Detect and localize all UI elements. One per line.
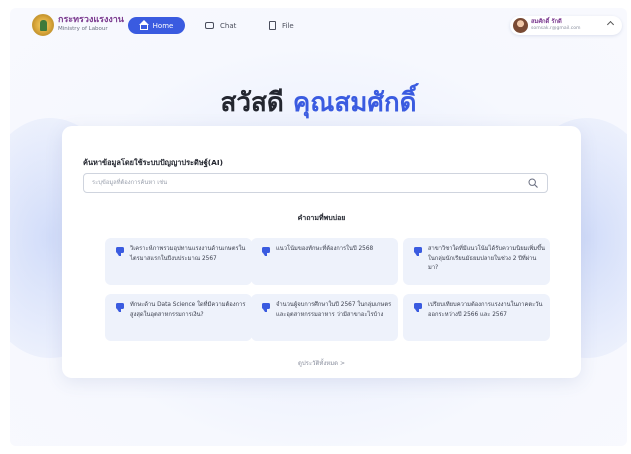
top-bar: กระทรวงแรงงาน Ministry of Labour Home Ch… [10,8,627,42]
faq-item-text: ทักษะด้าน Data Science ใดที่มีความต้องกา… [130,302,246,318]
faq-item[interactable]: สาขาวิชาใดที่มีแนวโน้มได้รับความนิยมเพิ่… [403,238,550,285]
search-card: ค้นหาข้อมูลโดยใช้ระบบปัญญาประดิษฐ์(AI) ค… [62,126,581,378]
faq-item-text: วิเคราะห์ภาพรวมอุปทานแรงงานด้านเกษตรในไต… [130,246,246,262]
faq-item[interactable]: จำนวนผู้จบการศึกษาในปี 2567 ในกลุ่มเกษตร… [251,294,398,341]
chat-bubble-icon [414,303,422,312]
chat-icon [205,22,214,29]
search-box[interactable] [83,173,548,193]
user-name: สมศักดิ์ รักดี [531,19,562,25]
faq-item[interactable]: วิเคราะห์ภาพรวมอุปทานแรงงานด้านเกษตรในไต… [105,238,252,285]
faq-item[interactable]: แนวโน้มของทักษะที่ต้องการในปี 2568 [251,238,398,285]
faq-item[interactable]: ทักษะด้าน Data Science ใดที่มีความต้องกา… [105,294,252,341]
chat-bubble-icon [262,247,270,256]
nav-home-button[interactable]: Home [128,17,185,34]
user-email: somsak.r@gmail.com [531,26,581,31]
view-all-history-link[interactable]: ดูประวัติทั้งหมด > [62,358,581,368]
search-input[interactable] [92,174,522,192]
faq-item[interactable]: เปรียบเทียบความต้องการแรงงานในภาคตะวันออ… [403,294,550,341]
app-frame: กระทรวงแรงงาน Ministry of Labour Home Ch… [10,8,627,446]
nav-chat-label: Chat [220,21,237,30]
greeting-prefix: สวัสดี [220,88,284,118]
avatar [513,18,528,33]
chat-bubble-icon [262,303,270,312]
greeting-title: สวัสดี คุณสมศักดิ์ [10,82,627,123]
chat-bubble-icon [116,303,124,312]
home-icon [138,20,149,30]
user-menu[interactable]: สมศักดิ์ รักดี somsak.r@gmail.com [510,16,622,35]
faq-item-text: สาขาวิชาใดที่มีแนวโน้มได้รับความนิยมเพิ่… [428,246,545,271]
search-title: ค้นหาข้อมูลโดยใช้ระบบปัญญาประดิษฐ์(AI) [83,158,223,167]
faq-item-text: เปรียบเทียบความต้องการแรงงานในภาคตะวันออ… [428,302,543,318]
chevron-up-icon[interactable] [606,20,615,29]
org-name: กระทรวงแรงงาน Ministry of Labour [58,15,124,33]
nav-file-label: File [282,21,294,30]
faq-title: คำถามที่พบบ่อย [297,214,346,222]
nav-file-button[interactable]: File [269,17,294,34]
faq-item-text: จำนวนผู้จบการศึกษาในปี 2567 ในกลุ่มเกษตร… [276,302,392,318]
chat-bubble-icon [116,247,124,256]
greeting-name: คุณสมศักดิ์ [292,88,417,118]
file-icon [269,21,276,30]
ministry-logo-icon[interactable] [32,14,54,36]
search-icon[interactable] [528,178,538,188]
nav-chat-button[interactable]: Chat [205,17,236,34]
nav-home-label: Home [152,21,174,30]
org-name-th: กระทรวงแรงงาน [58,15,124,25]
faq-item-text: แนวโน้มของทักษะที่ต้องการในปี 2568 [276,246,374,252]
org-name-en: Ministry of Labour [58,26,108,32]
chat-bubble-icon [414,247,422,256]
